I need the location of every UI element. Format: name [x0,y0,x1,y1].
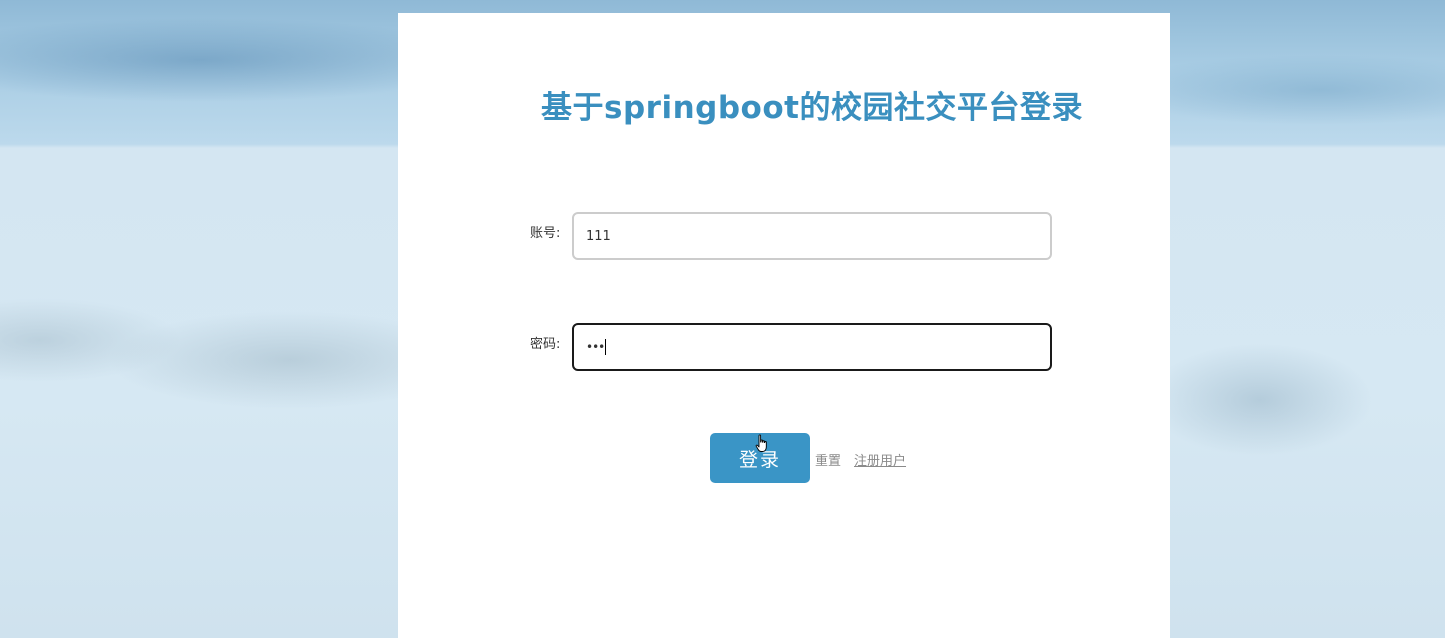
username-value: 111 [586,228,611,244]
page-title: 基于springboot的校园社交平台登录 [541,90,1083,126]
username-label: 账号: [530,226,561,241]
reset-button[interactable]: 重置 [815,450,841,469]
text-caret [605,339,607,355]
password-value: ••• [586,340,605,354]
login-panel: 基于springboot的校园社交平台登录 账号: 111 密码: ••• 登录… [398,13,1170,638]
register-link[interactable]: 注册用户 [854,450,906,469]
password-label: 密码: [530,337,561,352]
username-input[interactable]: 111 [572,212,1052,260]
hand-pointer-icon [755,434,767,452]
password-input[interactable]: ••• [572,323,1052,371]
